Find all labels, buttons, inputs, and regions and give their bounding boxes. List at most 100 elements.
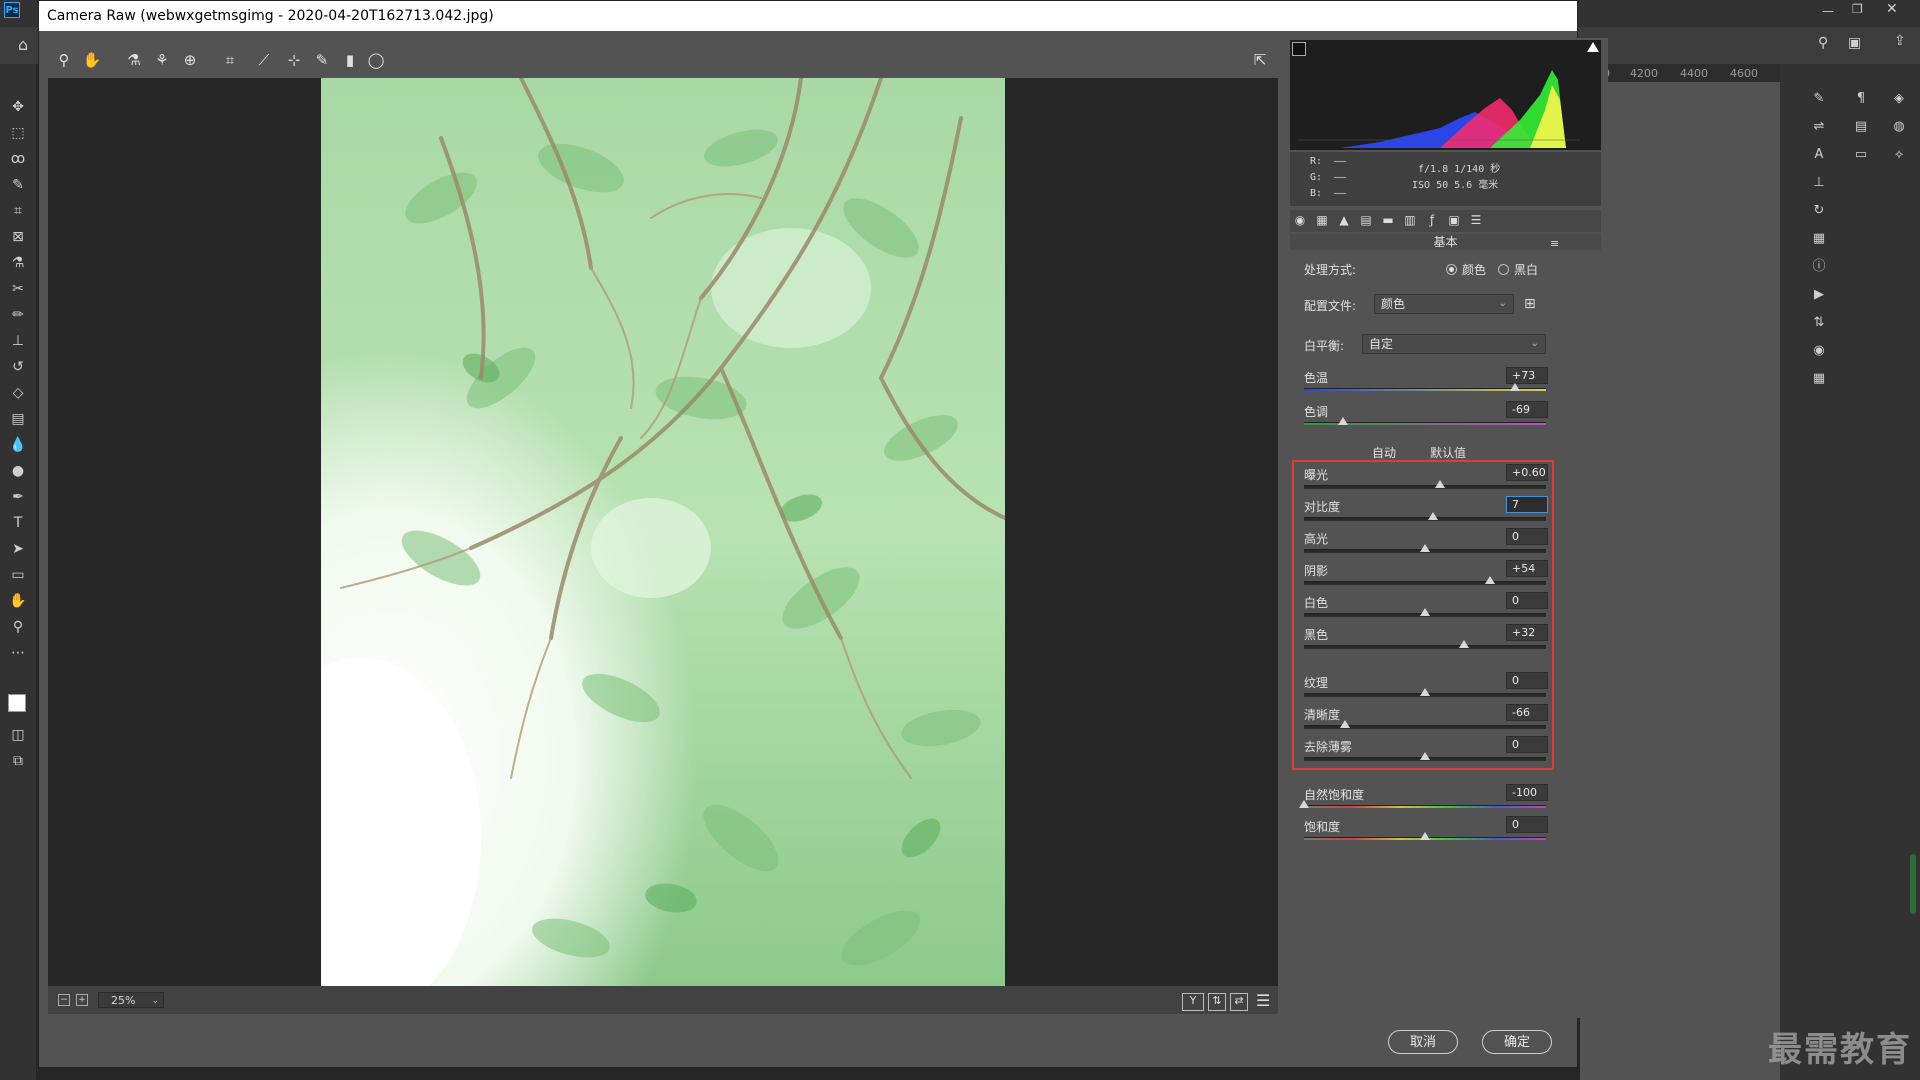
crop-tool-icon[interactable]: ⌗ (220, 50, 240, 70)
notes-icon[interactable]: ▭ (1852, 146, 1870, 164)
presets-tab-icon[interactable]: ☰ (1468, 212, 1484, 228)
dodge-tool-icon[interactable]: ● (9, 462, 27, 480)
vibrance-slider-thumb[interactable] (1299, 800, 1309, 808)
tone-curve-tab-icon[interactable]: ▦ (1314, 212, 1330, 228)
home-icon[interactable]: ⌂ (18, 35, 28, 54)
swatches-icon[interactable]: ▦ (1810, 230, 1828, 248)
spot-removal-icon[interactable]: ⊹ (284, 50, 304, 70)
zoom-tool-icon[interactable]: ⚲ (9, 618, 27, 636)
eyedropper-tool-icon[interactable]: ⚗ (9, 254, 27, 272)
crop-tool-icon[interactable]: ⌗ (9, 202, 27, 220)
eraser-tool-icon[interactable]: ◇ (9, 384, 27, 402)
vibrance-slider-track[interactable] (1304, 805, 1546, 808)
info-icon[interactable]: ⓘ (1810, 258, 1828, 276)
workspace-icon[interactable]: ▣ (1848, 35, 1861, 51)
path-select-icon[interactable]: ➤ (9, 540, 27, 558)
profile-select[interactable]: 颜色 ⌄ (1374, 294, 1514, 314)
blur-tool-icon[interactable]: 💧 (9, 436, 27, 454)
tint-value-input[interactable]: -69 (1506, 401, 1548, 418)
channels-icon[interactable]: ◍ (1890, 118, 1908, 136)
shape-tool-icon[interactable]: ▭ (9, 566, 27, 584)
zoom-out-button[interactable]: − (58, 994, 70, 1006)
white-balance-select[interactable]: 自定 ⌄ (1362, 334, 1546, 354)
calibration-tab-icon[interactable]: ▣ (1446, 212, 1462, 228)
zoom-tool-icon[interactable]: ⚲ (54, 50, 74, 70)
targeted-adjust-icon[interactable]: ⊕ (180, 50, 200, 70)
foreground-color-swatch[interactable] (8, 694, 26, 712)
shadow-clipping-toggle[interactable] (1292, 42, 1306, 56)
quick-select-tool-icon[interactable]: ✎ (9, 176, 27, 194)
graduated-filter-icon[interactable]: ▮ (340, 50, 360, 70)
white-balance-tool-icon[interactable]: ⚗ (124, 50, 144, 70)
zoom-level-select[interactable]: 25% ⌄ (98, 992, 164, 1008)
temp-value-input[interactable]: +73 (1506, 367, 1548, 384)
character-icon[interactable]: A (1810, 146, 1828, 164)
restore-icon[interactable]: ❐ (1852, 2, 1863, 16)
swap-before-after-icon[interactable]: ⇅ (1208, 993, 1226, 1011)
preview-settings-icon[interactable]: ☰ (1256, 991, 1270, 1010)
highlight-clipping-toggle[interactable] (1587, 42, 1599, 52)
open-preferences-icon[interactable]: ⇱ (1250, 50, 1270, 70)
adjustment-brush-icon[interactable]: ✎ (312, 50, 332, 70)
hsl-tab-icon[interactable]: ▤ (1358, 212, 1374, 228)
paragraph-icon[interactable]: ¶ (1852, 90, 1870, 108)
tint-slider-thumb[interactable] (1337, 417, 1348, 425)
history-icon[interactable]: ↻ (1810, 202, 1828, 220)
move-tool-icon[interactable]: ✥ (9, 98, 27, 116)
saturation-value-input[interactable]: 0 (1506, 816, 1548, 833)
3d-icon[interactable]: ◉ (1810, 342, 1828, 360)
photo-preview[interactable] (321, 78, 1005, 986)
saturation-slider-thumb[interactable] (1420, 832, 1430, 840)
library-icon[interactable]: ▤ (1852, 118, 1870, 136)
play-actions-icon[interactable]: ▶ (1810, 286, 1828, 304)
lasso-tool-icon[interactable]: ꝏ (9, 150, 27, 168)
table-icon[interactable]: ▦ (1810, 370, 1828, 388)
history-brush-icon[interactable]: ↺ (9, 358, 27, 376)
adjust-icon[interactable]: ⇌ (1810, 118, 1828, 136)
auto-link[interactable]: 自动 (1372, 444, 1396, 461)
share-icon[interactable]: ⇪ (1894, 33, 1906, 49)
vibrance-value-input[interactable]: -100 (1506, 784, 1548, 801)
cancel-button[interactable]: 取消 (1388, 1030, 1458, 1054)
color-sampler-icon[interactable]: ⚘ (152, 50, 172, 70)
brush-settings-icon[interactable]: ✎ (1810, 90, 1828, 108)
panel-menu-icon[interactable]: ≡ (1550, 237, 1559, 250)
basic-tab-icon[interactable]: ◉ (1292, 212, 1308, 228)
paths-icon[interactable]: ⟡ (1890, 146, 1908, 164)
stamp-icon[interactable]: ⊥ (1810, 174, 1828, 192)
straighten-tool-icon[interactable]: ⟋ (254, 50, 274, 70)
marquee-tool-icon[interactable]: ⬚ (9, 124, 27, 142)
ok-button[interactable]: 确定 (1482, 1030, 1552, 1054)
temp-slider-thumb[interactable] (1509, 383, 1520, 391)
minimize-icon[interactable]: — (1822, 4, 1834, 18)
default-link[interactable]: 默认值 (1430, 444, 1466, 461)
type-tool-icon[interactable]: T (9, 514, 27, 532)
close-window-icon[interactable]: ✕ (1886, 1, 1898, 17)
brush-tool-icon[interactable]: ✏ (9, 306, 27, 324)
gradient-tool-icon[interactable]: ▤ (9, 410, 27, 428)
pen-tool-icon[interactable]: ✒ (9, 488, 27, 506)
detail-tab-icon[interactable]: ▲ (1336, 212, 1352, 228)
zoom-in-button[interactable]: + (76, 994, 88, 1006)
measure-icon[interactable]: ⇅ (1810, 314, 1828, 332)
radial-filter-icon[interactable]: ◯ (366, 50, 386, 70)
quick-mask-icon[interactable]: ◫ (9, 726, 27, 744)
scroll-indicator[interactable] (1910, 854, 1916, 914)
before-after-toggle-icon[interactable]: Y (1182, 993, 1204, 1011)
treatment-bw-radio[interactable] (1498, 264, 1509, 275)
effects-tab-icon[interactable]: ƒ (1424, 212, 1440, 228)
healing-tool-icon[interactable]: ✂ (9, 280, 27, 298)
split-toning-tab-icon[interactable]: ▬ (1380, 212, 1396, 228)
profile-browser-icon[interactable]: ⊞ (1524, 296, 1536, 312)
hand-tool-icon[interactable]: ✋ (9, 592, 27, 610)
stamp-tool-icon[interactable]: ⊥ (9, 332, 27, 350)
more-tools-icon[interactable]: ⋯ (9, 644, 27, 662)
copy-settings-icon[interactable]: ⇄ (1230, 993, 1248, 1011)
hand-tool-icon[interactable]: ✋ (82, 50, 102, 70)
search-icon[interactable]: ⚲ (1818, 35, 1828, 51)
screen-mode-icon[interactable]: ⧉ (9, 752, 27, 770)
layers-icon[interactable]: ◈ (1890, 90, 1908, 108)
lens-tab-icon[interactable]: ▥ (1402, 212, 1418, 228)
frame-tool-icon[interactable]: ⊠ (9, 228, 27, 246)
treatment-color-radio[interactable] (1446, 264, 1457, 275)
